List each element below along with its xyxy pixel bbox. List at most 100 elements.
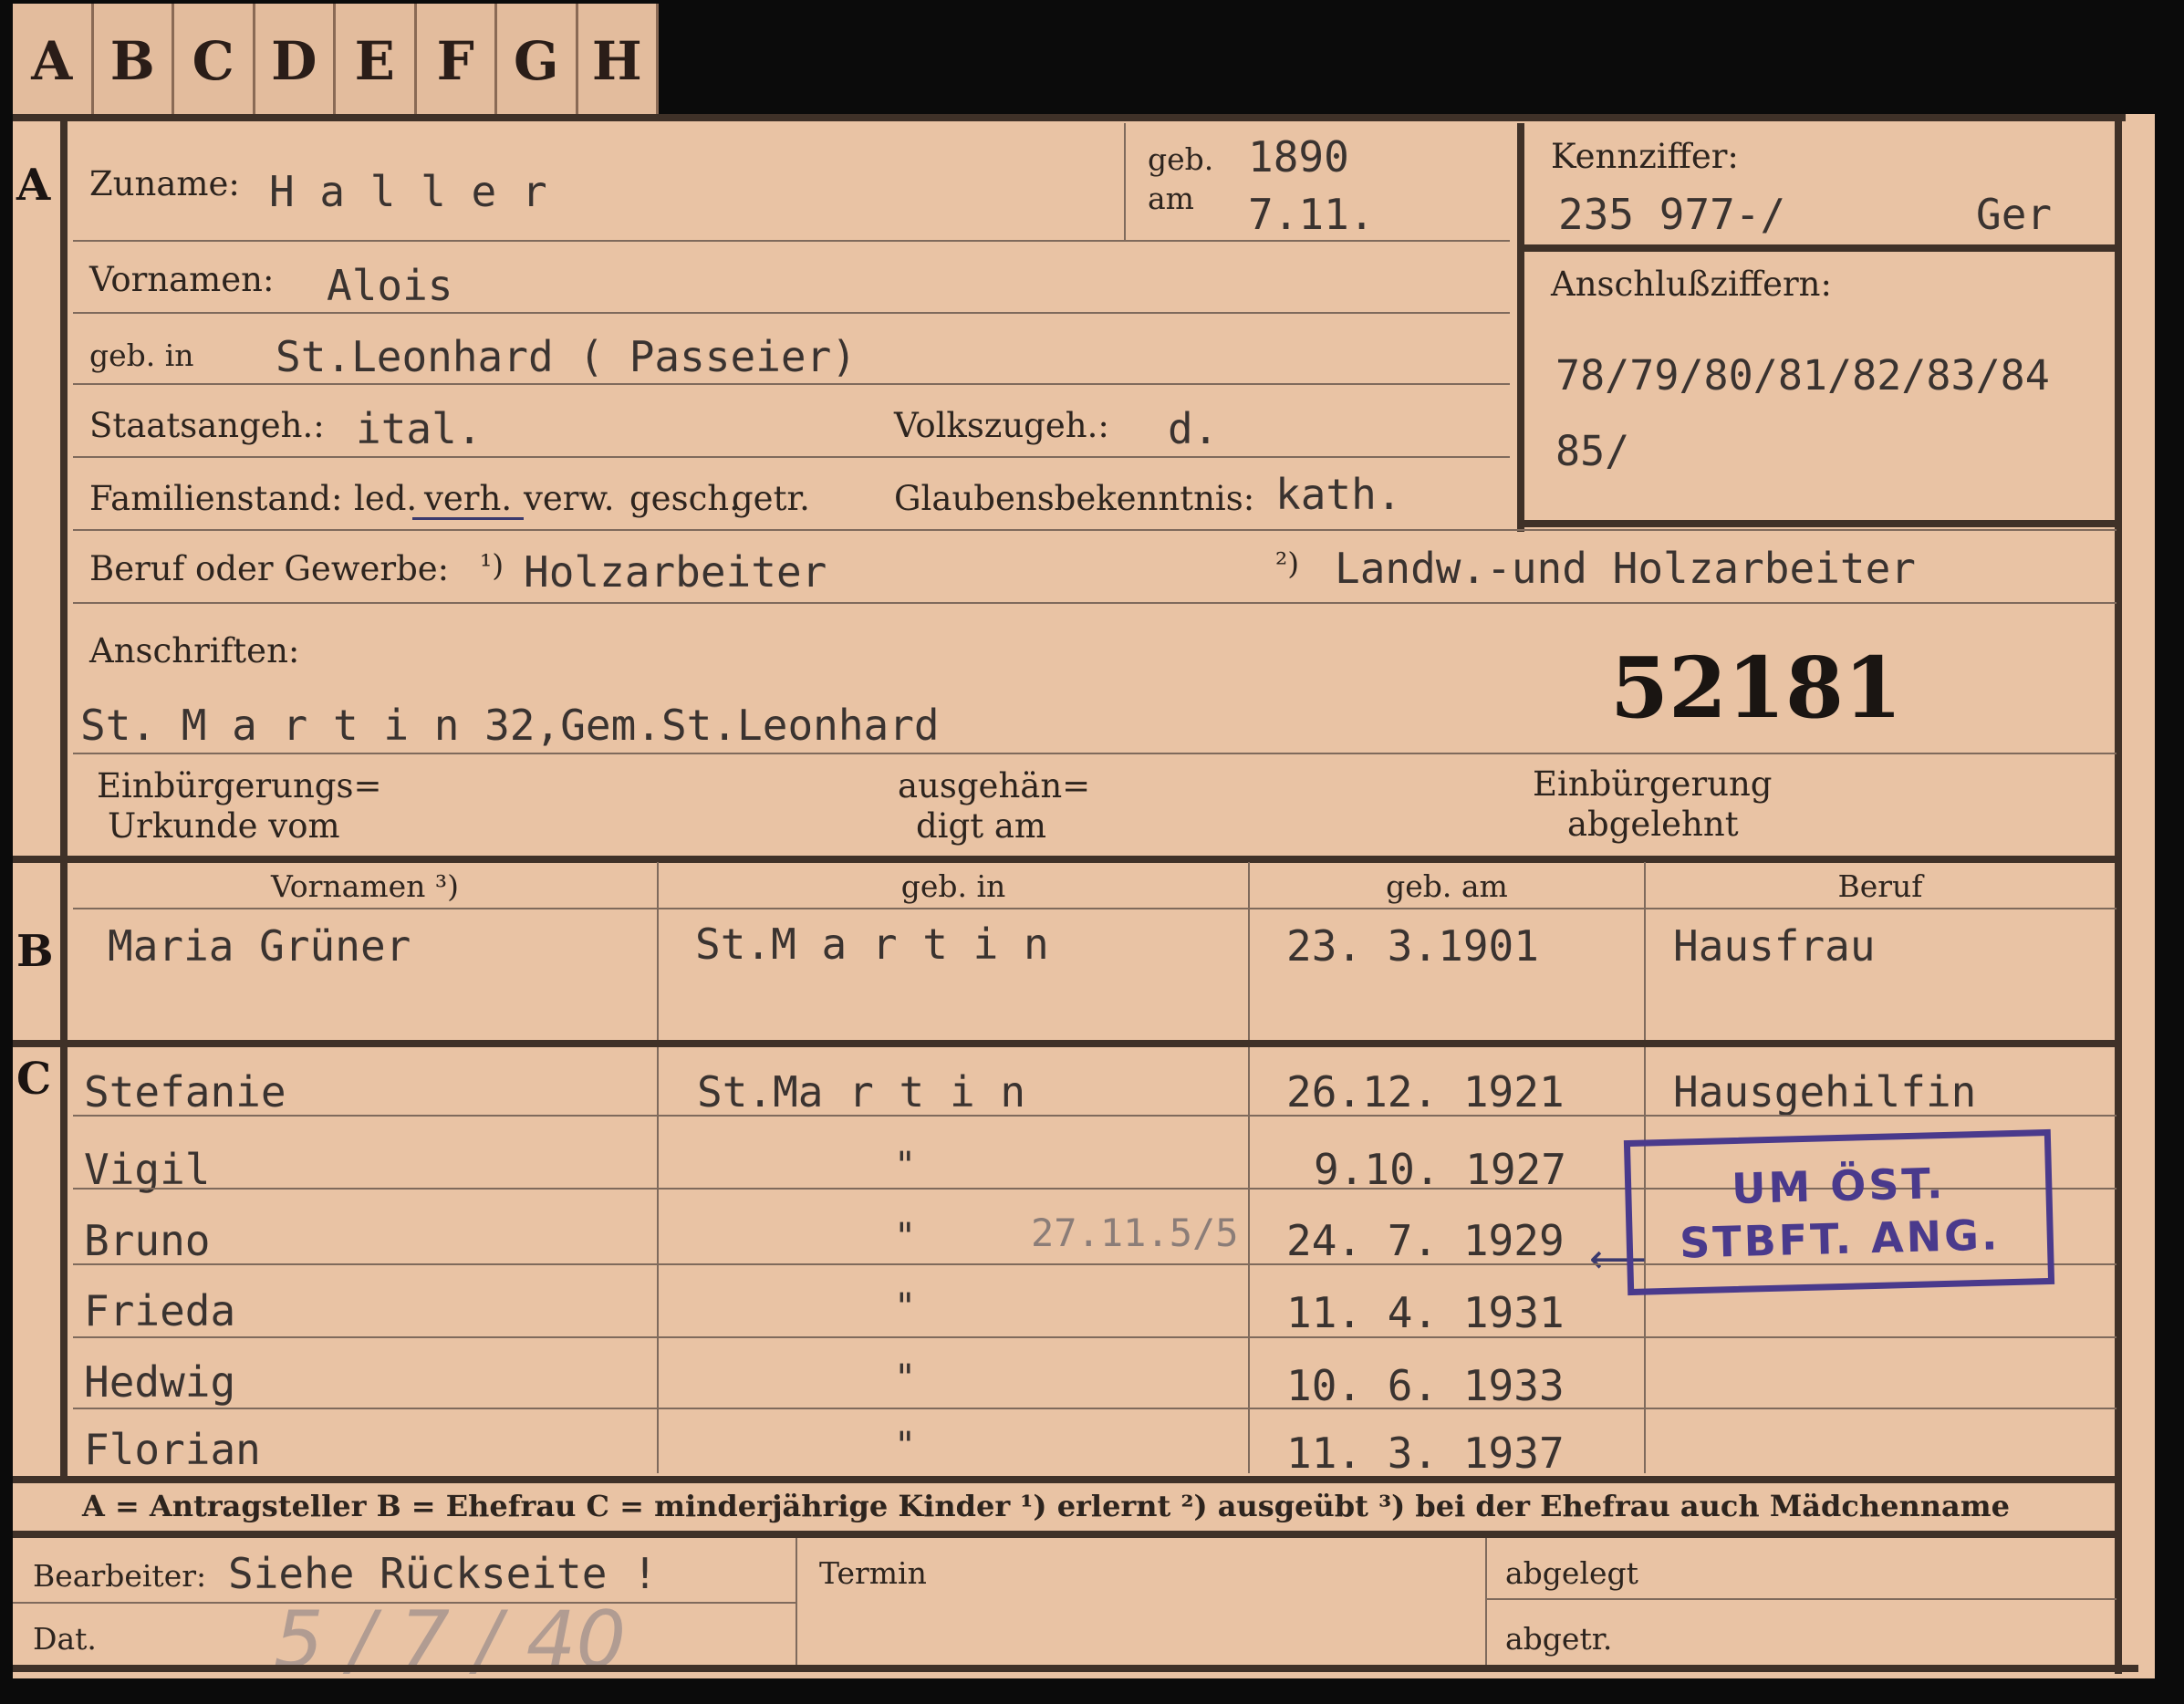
occupation-1-value: Holzarbeiter: [524, 547, 827, 597]
occupation-2-value: Landw.-und Holzarbeiter: [1335, 544, 1916, 593]
child-6-place: ": [894, 1425, 917, 1467]
wife-name: Maria Grüner: [108, 921, 411, 971]
stamp-line-1: UM ÖST.: [1731, 1158, 1947, 1214]
processor-value: Siehe Rückseite !: [228, 1549, 658, 1598]
row-line: [73, 312, 1510, 314]
tab-g: G: [497, 4, 578, 118]
section-a-marker: A: [16, 160, 51, 211]
date-value: 5 / 7 / 40: [274, 1595, 627, 1686]
header-birthplace: geb. in: [900, 868, 1006, 904]
child-5-date: 10. 6. 1933: [1286, 1361, 1565, 1410]
section-b-marker: B: [16, 926, 54, 977]
top-border: [13, 114, 2126, 121]
tab-d: D: [255, 4, 336, 118]
religion-value: kath.: [1275, 470, 1402, 519]
surname-value: H a l l e r: [269, 167, 547, 216]
child-1-occupation: Hausgehilfin: [1673, 1067, 1977, 1117]
termin-label: Termin: [819, 1555, 927, 1591]
processor-label: Bearbeiter:: [33, 1558, 207, 1594]
child-3-name: Bruno: [84, 1216, 211, 1265]
anschluss-label: Anschlußziffern:: [1551, 265, 1832, 304]
child-1-date: 26.12. 1921: [1286, 1067, 1565, 1117]
ethnicity-value: d.: [1168, 404, 1219, 453]
child-4-name: Frieda: [84, 1286, 236, 1335]
occupation-label: Beruf oder Gewerbe:: [89, 549, 450, 588]
tab-a: A: [13, 4, 94, 118]
id-box-bottom: [1517, 520, 2119, 527]
row-line: [1485, 1598, 2116, 1600]
row-line: [73, 1115, 2116, 1117]
citizenship-label: Staatsangeh.:: [89, 406, 325, 445]
wife-birthdate: 23. 3.1901: [1286, 921, 1539, 971]
child-1-name: Stefanie: [84, 1067, 286, 1117]
section-b-border: [13, 856, 2120, 863]
section-c-border: [13, 1040, 2120, 1047]
marital-option-divorced: gesch.: [629, 479, 740, 518]
separated-label: abgetr.: [1505, 1621, 1613, 1657]
row-line: [73, 602, 2116, 604]
wife-birthplace: St.M a r t i n: [695, 920, 1049, 969]
kennziffer-value: 235 977-/: [1558, 190, 1786, 239]
naturalization-cert-label-1: Einbürgerungs=: [97, 766, 382, 805]
birth-date: 7.11.: [1248, 190, 1375, 239]
child-2-name: Vigil: [84, 1145, 211, 1194]
occupation-2-marker: ²): [1275, 545, 1300, 581]
handed-label-1: ausgehän=: [898, 766, 1091, 805]
ethnicity-label: Volkszugeh.:: [894, 406, 1109, 445]
child-2-place: ": [894, 1145, 917, 1187]
citizenship-value: ital.: [356, 404, 483, 453]
naturalization-denied-label-2: abgelehnt: [1567, 805, 1739, 844]
id-box-left: [1517, 123, 1524, 532]
header-line: [73, 908, 2116, 909]
row-line: [73, 456, 1510, 458]
child-5-name: Hedwig: [84, 1357, 236, 1407]
date-label: Dat.: [33, 1621, 97, 1657]
row-line: [73, 529, 2116, 531]
child-6-name: Florian: [84, 1425, 261, 1474]
section-c-marker: C: [16, 1054, 52, 1105]
bottom-border: [13, 1665, 2138, 1672]
column-line: [1248, 862, 1250, 1473]
marital-option-separated: getr.: [732, 479, 810, 518]
row-line: [73, 383, 1510, 385]
firstnames-label: Vornamen:: [89, 260, 275, 299]
surname-label: Zuname:: [89, 164, 240, 203]
kennziffer-suffix: Ger: [1976, 190, 2053, 239]
divider: [1124, 123, 1126, 240]
tab-h: H: [578, 4, 659, 118]
religion-label: Glaubensbekenntnis:: [894, 479, 1255, 518]
marital-option-single: led.: [354, 479, 418, 518]
alphabet-tabs: A B C D E F G H: [13, 4, 659, 118]
left-section-rule: [60, 114, 68, 1482]
marital-option-married: verh.: [424, 479, 513, 518]
tab-f: F: [417, 4, 497, 118]
header-birthdate: geb. am: [1386, 868, 1508, 904]
occupation-1-marker: ¹): [480, 547, 504, 583]
firstnames-value: Alois: [327, 261, 453, 310]
child-1-place: St.Ma r t i n: [697, 1067, 1026, 1117]
filed-label: abgelegt: [1505, 1555, 1638, 1591]
birth-year: 1890: [1248, 132, 1349, 182]
right-border: [2115, 114, 2122, 1674]
header-firstnames: Vornamen ³): [270, 868, 460, 904]
anschluss-line1: 78/79/80/81/82/83/84: [1555, 351, 2050, 400]
column-line: [657, 862, 659, 1473]
address-value: St. M a r t i n 32,Gem.St.Leonhard: [80, 701, 940, 750]
legend: A = Antragsteller B = Ehefrau C = minder…: [82, 1489, 2010, 1523]
anschluss-line2: 85/: [1555, 427, 1630, 475]
marital-option-widowed: verw.: [524, 479, 615, 518]
birthplace-label: geb. in: [89, 338, 194, 373]
stamp-line-2: STBFT. ANG.: [1679, 1210, 2002, 1268]
tab-c: C: [174, 4, 255, 118]
row-line: [73, 240, 1510, 242]
column-line: [796, 1538, 797, 1666]
row-line: [73, 1336, 2116, 1338]
kennziffer-label: Kennziffer:: [1551, 137, 1739, 176]
handed-label-2: digt am: [916, 806, 1046, 846]
legend-bottom-border: [13, 1531, 2120, 1538]
naturalization-denied-label-1: Einbürgerung: [1533, 764, 1773, 804]
file-number: 52181: [1610, 639, 1903, 737]
header-occupation: Beruf: [1837, 868, 1923, 904]
id-box-divider: [1517, 244, 2119, 252]
child-6-date: 11. 3. 1937: [1286, 1429, 1565, 1478]
